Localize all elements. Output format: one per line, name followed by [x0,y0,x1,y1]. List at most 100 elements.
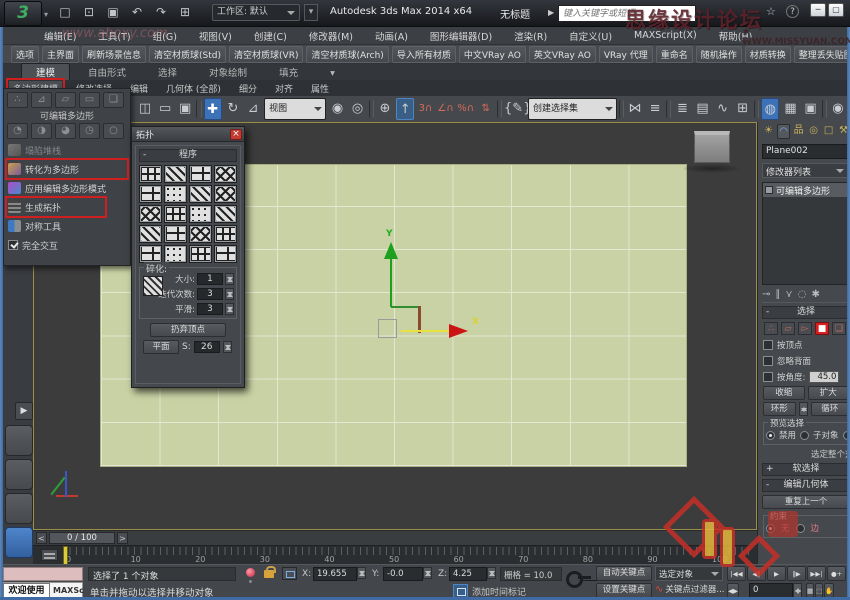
s-field[interactable]: 26 [194,341,220,353]
key-filters-link[interactable]: ∿关键点过滤器... [655,583,725,595]
mirror-icon[interactable]: ⋈ [626,98,644,120]
maximize-button[interactable]: ▢ [828,3,844,17]
polygon-mode-icon[interactable]: ▭ [79,92,100,108]
collapse-icon[interactable]: - [766,307,769,318]
procedures-rollout-header[interactable]: - 程序 [139,149,237,162]
panel-geometry-all[interactable]: 几何体 (全部) [162,81,225,96]
pattern-5-button[interactable] [139,185,162,203]
configure-modifier-icon[interactable]: ✱ [811,289,819,300]
frame-spinner[interactable] [793,583,802,598]
next-frame-button[interactable]: ∥▶ [787,566,806,581]
by-angle-row[interactable]: 按角度:45.0 [763,370,849,384]
collapse-icon[interactable]: - [766,480,769,491]
x-spinner[interactable] [357,567,366,579]
apply-edit-poly-item[interactable]: 应用编辑多边形模式 [8,180,126,196]
favorites-star-icon[interactable]: ☆ [766,5,776,18]
schematic-view-icon[interactable]: ⊞ [734,98,752,120]
angle-snap-icon[interactable]: ∠∩ [437,98,455,120]
planar-button[interactable]: 平面 [143,340,179,354]
auto-key-button[interactable]: 自动关键点 [596,566,652,581]
keyboard-override-icon[interactable]: ↑ [396,98,414,120]
constraint-edge-radio[interactable] [796,524,805,533]
convert-to-poly-item[interactable]: 转化为多边形 [8,161,126,177]
search-go-icon[interactable]: ▶ [548,8,554,17]
pattern-9-button[interactable] [139,205,162,223]
tab-create[interactable]: ☀ [762,124,775,139]
viewport-tab-3[interactable] [5,493,33,524]
selection-rollout-header[interactable]: - 选择 [762,306,850,319]
element-subobj-icon[interactable]: ❏ [832,322,846,335]
ribbon-tab-populate[interactable]: 填充 [265,64,312,80]
viewport-tab-1[interactable] [5,425,33,456]
selection-set-combo[interactable]: 创建选择集 [528,98,617,120]
preview-off-radio[interactable] [766,431,775,440]
time-slider[interactable]: < 0 / 100 > [33,530,757,545]
pan-hand-icon[interactable]: ✋ [824,583,834,598]
preview-subobj-radio[interactable] [800,431,809,440]
border-subobj-icon[interactable]: ▻ [798,322,812,335]
gizmo-plane-handle-green[interactable] [391,306,419,308]
size-field[interactable]: 1 [197,273,223,285]
current-frame-field[interactable]: 0 [749,583,793,598]
expand-icon[interactable]: + [766,464,774,475]
percent-snap-icon[interactable]: %∩ [457,98,475,120]
z-spinner[interactable] [487,567,496,579]
open-file-icon[interactable]: ⊡ [80,3,98,21]
poly-tool-icon-3[interactable]: ◕ [55,123,76,139]
menu-item-9[interactable]: 自定义(U) [558,29,623,43]
script-button-11[interactable]: 随机操作 [696,46,742,63]
gizmo-x-arrow-icon[interactable] [449,324,468,338]
menu-item-5[interactable]: 修改器(M) [298,29,364,43]
maxscript-listener[interactable] [3,567,83,581]
layer-manager-icon[interactable]: ≣ [673,98,691,120]
pattern-11-button[interactable] [189,205,212,223]
collapse-stack-item[interactable]: 塌陷堆栈 [8,142,126,158]
select-move-icon[interactable]: ✚ [204,98,222,120]
pattern-4-button[interactable] [214,165,237,183]
collapse-icon[interactable]: - [143,150,146,161]
script-button-4[interactable]: 清空材质球(VR) [229,46,303,63]
y-coordinate-field[interactable]: -0.0 [383,567,423,581]
pattern-2-button[interactable] [164,165,187,183]
modifier-list-dropdown[interactable]: 修改器列表 [762,163,848,178]
pattern-15-button[interactable] [189,225,212,243]
vertex-mode-icon[interactable]: ∴ [7,92,28,108]
menu-item-3[interactable]: 视图(V) [188,29,243,43]
viewcube[interactable] [694,131,730,163]
prev-frame-arrow[interactable]: < [36,532,47,544]
object-name-field[interactable]: Plane002 [762,144,848,159]
gizmo-y-axis[interactable] [390,259,392,307]
app-logo-icon[interactable]: 3 [4,1,42,26]
edit-named-sets-icon[interactable]: {✎} [504,98,526,120]
gizmo-plane-handle-red[interactable] [418,306,421,333]
render-setup-icon[interactable]: ▦ [781,98,799,120]
full-interactive-checkbox[interactable] [8,240,18,250]
element-mode-icon[interactable]: ❏ [103,92,124,108]
window-crossing-icon[interactable]: ◫ [136,98,154,120]
pattern-19-button[interactable] [189,245,212,263]
loop-button[interactable]: 循环 [811,402,849,416]
z-coordinate-field[interactable]: 4.25 [449,567,487,581]
edit-geometry-rollout-header[interactable]: - 编辑几何体 [762,479,850,492]
minimize-button[interactable]: ─ [810,3,826,17]
help-icon[interactable]: ? [786,5,799,18]
spinner-snap-icon[interactable]: ⇅ [477,98,495,120]
viewport-tab-2[interactable] [5,459,33,490]
menu-item-7[interactable]: 图形编辑器(D) [419,29,503,43]
selection-lock-icon[interactable] [264,570,274,578]
x-coordinate-field[interactable]: 19.655 [313,567,357,581]
curve-editor-icon[interactable]: ∿ [714,98,732,120]
script-button-13[interactable]: 整理丢失贴图 [794,46,847,63]
ignore-backfacing-checkbox[interactable] [763,356,773,366]
time-tag-toggle-icon[interactable] [41,549,58,561]
menu-item-6[interactable]: 动画(A) [364,29,419,43]
go-start-button[interactable]: |◀◀ [727,566,746,581]
play-button[interactable]: ▶ [767,566,786,581]
gizmo-x-axis[interactable] [401,330,453,332]
align-icon[interactable]: ≡ [646,98,664,120]
tab-modify[interactable]: ◠ [777,124,790,139]
redo-icon[interactable]: ↷ [152,3,170,21]
close-icon[interactable]: × [230,129,242,140]
set-key-mode-button[interactable]: 设置关键点 [596,583,652,598]
next-frame-arrow[interactable]: > [117,532,128,544]
